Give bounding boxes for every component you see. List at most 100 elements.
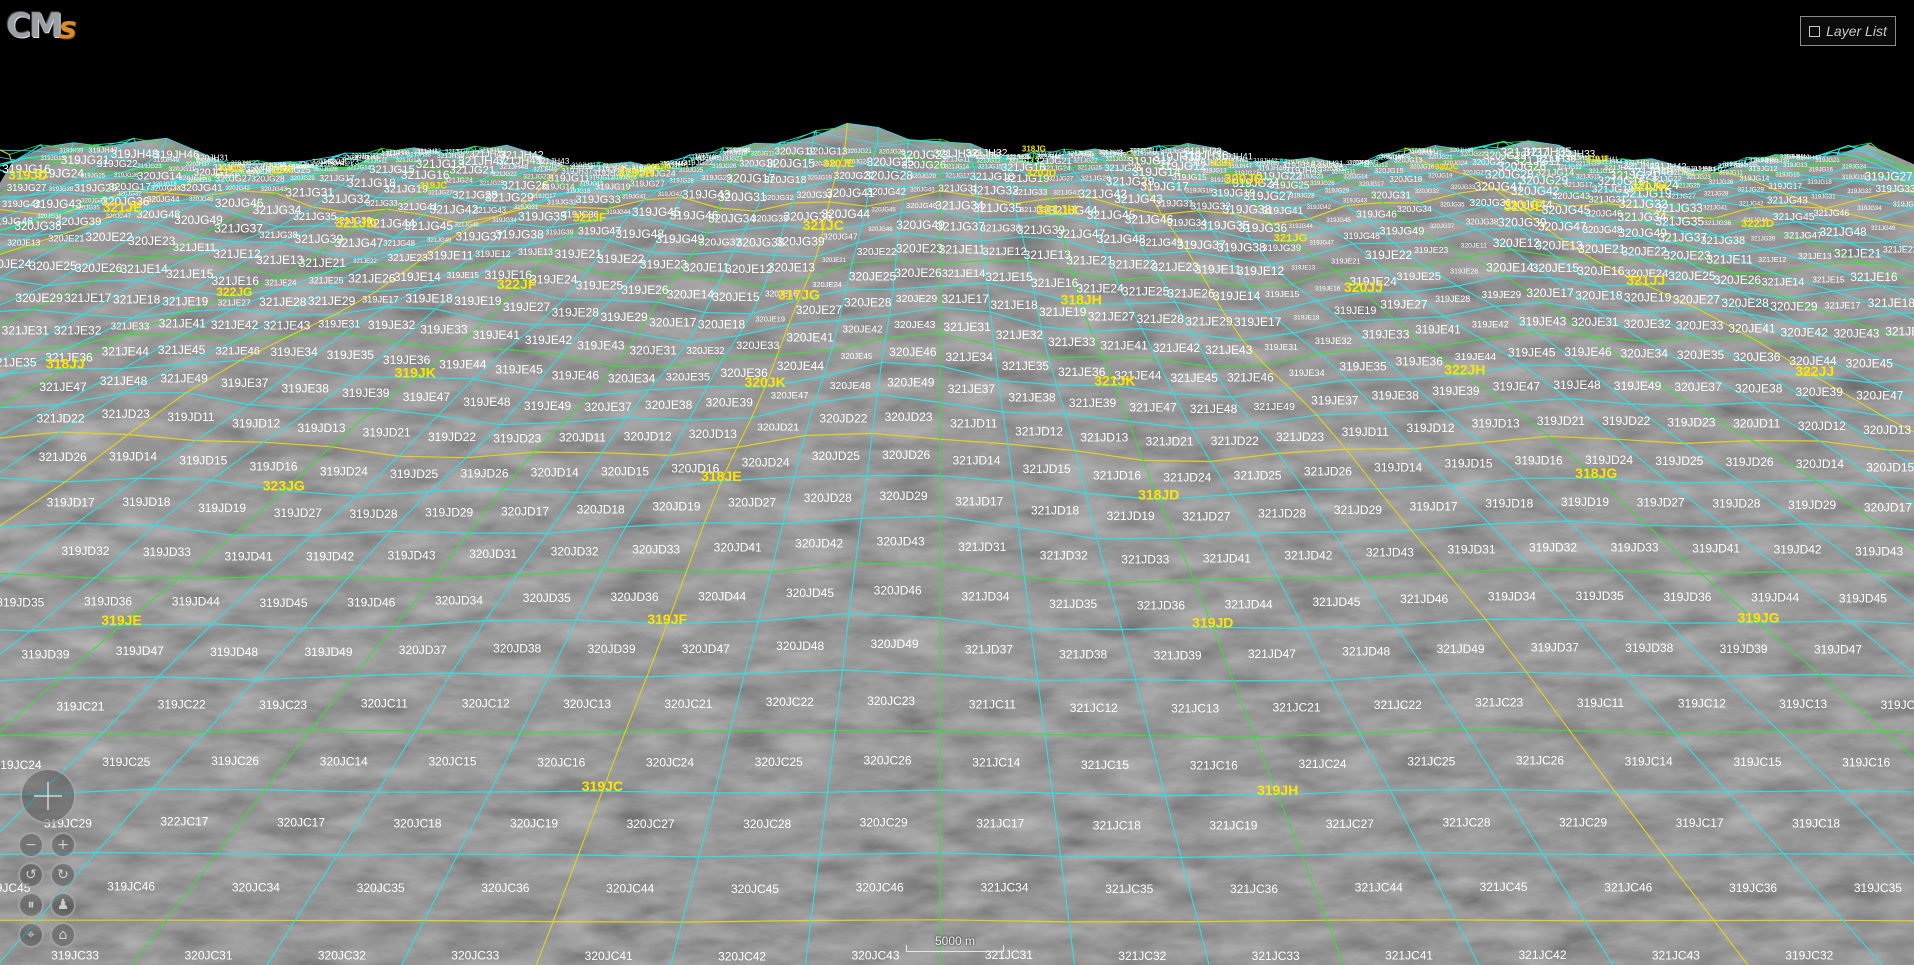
- rotate-left-button[interactable]: ↺: [18, 862, 44, 888]
- grid-cell-label: 319JD41: [224, 549, 272, 563]
- grid-cell-label: 321JE26: [348, 271, 396, 285]
- home-button[interactable]: ⌂: [50, 922, 76, 948]
- grid-cell-label: 320JG15: [766, 157, 815, 171]
- grid-cell-label: 320JC15: [428, 755, 476, 769]
- grid-cell-label: 319JC12: [1678, 697, 1726, 711]
- grid-cell-label: 321JE25: [1122, 284, 1170, 298]
- grid-cell-label: 320JG43: [1552, 190, 1590, 201]
- grid-cell-label: 320JD46: [874, 584, 922, 598]
- person-button[interactable]: ♟: [50, 892, 76, 918]
- grid-cell-label: 319JG44: [606, 210, 631, 216]
- grid-cell-label: 319JD19: [198, 501, 246, 515]
- grid-cell-label: 319JE21: [555, 247, 603, 261]
- grid-cell-label: 319JE15: [447, 271, 480, 280]
- grid-cell-label: 321JG47: [335, 236, 384, 250]
- grid-cell-label: 320JG43: [260, 186, 287, 193]
- grid-cell-label: 321JE32: [54, 324, 102, 338]
- grid-cell-label: 319JC22: [158, 698, 206, 712]
- grid-major-label: 322JG: [216, 285, 252, 299]
- grid-cell-label: 320JE44: [777, 359, 825, 373]
- rotate-right-button[interactable]: ↻: [50, 862, 76, 888]
- map-viewport[interactable]: 319JC33 320JC31 320JC32 320JC33 320JC41 320JC…: [0, 0, 1914, 965]
- grid-cell-label: 319JD32: [61, 544, 109, 558]
- grid-cell-label: 319JD33: [1611, 541, 1659, 555]
- layer-list-button[interactable]: Layer List: [1800, 16, 1896, 46]
- grid-cell-label: 320JD22: [819, 411, 867, 425]
- grid-cell-label: 321JE33: [1048, 335, 1096, 349]
- grid-cell-label: 321JG41: [1703, 205, 1728, 211]
- grid-cell-label: 319JD22: [428, 430, 476, 444]
- grid-cell-label: 319JE44: [439, 358, 487, 372]
- grid-cell-label: 319JE49: [1614, 379, 1662, 393]
- grid-cell-label: 319JE35: [1339, 360, 1387, 374]
- grid-cell-label: 319JG28: [49, 187, 74, 193]
- grid-cell-label: 320JE38: [1735, 382, 1783, 396]
- grid-cell-label: 320JE24: [0, 257, 32, 271]
- grid-cell-label: 321JG17: [1564, 182, 1593, 189]
- tilt-button[interactable]: ⏸: [18, 892, 44, 918]
- grid-cell-label: 319JG17: [532, 194, 557, 200]
- grid-cell-label: 321JD37: [965, 642, 1013, 656]
- grid-cell-label: 320JE22: [85, 230, 133, 244]
- grid-cell-label: 321JE44: [102, 345, 150, 359]
- grid-cell-label: 319JD41: [1692, 542, 1740, 556]
- grid-major-label: 319JH: [1257, 782, 1298, 798]
- grid-cell-label: 319JG43: [33, 197, 82, 211]
- grid-cell-label: 320JD28: [804, 491, 852, 505]
- grid-cell-label: 321JE14: [1762, 277, 1805, 289]
- grid-cell-label: 320JE11: [683, 260, 730, 274]
- grid-cell-label: 321JD19: [1107, 509, 1155, 523]
- grid-cell-label: 321JG48: [1820, 226, 1867, 239]
- grid-cell-label: 319JE28: [1435, 294, 1470, 304]
- grid-cell-label: 319JD26: [460, 467, 508, 481]
- grid-cell-label: 321JE12: [213, 247, 261, 261]
- grid-cell-label: 319JD36: [84, 595, 132, 609]
- checkbox-icon[interactable]: [1809, 25, 1821, 37]
- grid-cell-label: 321JG22: [492, 172, 517, 178]
- grid-major-label: 319JG: [218, 164, 243, 173]
- grid-cell-label: 321JE13: [256, 253, 304, 267]
- grid-cell-label: 319JE14: [394, 270, 441, 284]
- grid-cell-label: 321JC19: [1209, 819, 1257, 833]
- grid-cell-label: 319JH39: [59, 149, 84, 155]
- grid-cell-label: 319JD16: [250, 460, 298, 474]
- grid-cell-label: 319JE32: [368, 318, 416, 332]
- grid-major-label: 319JD: [8, 168, 48, 183]
- grid-cell-label: 319JE14: [1213, 289, 1261, 303]
- grid-cell-label: 321JE48: [1190, 402, 1238, 416]
- grid-cell-label: 320JE23: [128, 234, 176, 248]
- grid-cell-label: 320JE43: [1834, 328, 1880, 341]
- grid-cell-label: 319JE26: [621, 283, 669, 297]
- grid-cell-label: 319JG25: [679, 168, 704, 174]
- grid-cell-label: 320JC23: [867, 694, 915, 708]
- grid-cell-label: 321JE45: [158, 343, 206, 357]
- zoom-out-button[interactable]: −: [18, 832, 44, 858]
- zoom-in-button[interactable]: +: [50, 832, 76, 858]
- grid-cell-label: 320JD18: [577, 503, 625, 517]
- grid-cell-label: 321JC13: [1171, 702, 1219, 716]
- compass-button[interactable]: ⌖: [18, 922, 44, 948]
- grid-cell-label: 321JG48: [383, 239, 415, 248]
- grid-cell-label: 319JG38: [495, 228, 544, 242]
- grid-cell-label: 321JG48: [1097, 232, 1146, 246]
- grid-cell-label: 319JG38: [1217, 241, 1266, 255]
- grid-cell-label: 319JD45: [1839, 592, 1887, 606]
- grid-cell-label: 320JG29: [290, 176, 315, 182]
- grid-cell-label: 320JD34: [435, 593, 483, 607]
- grid-cell-label: 319JC17: [1676, 816, 1724, 830]
- grid-cell-label: 319JD11: [1342, 425, 1389, 439]
- grid-cell-label: 320JE16: [1577, 264, 1625, 278]
- grid-cell-label: 321JH43: [1098, 150, 1123, 156]
- grid-cell-label: 321JC34: [980, 881, 1028, 895]
- pan-control[interactable]: [20, 768, 76, 824]
- grid-cell-label: 320JH31: [1311, 159, 1344, 168]
- grid-cell-label: 321JC15: [1081, 758, 1129, 772]
- grid-cell-label: 320JE29: [1770, 299, 1818, 313]
- grid-cell-label: 319JG45: [1326, 218, 1351, 224]
- grid-cell-label: 320JG34: [37, 214, 62, 220]
- grid-major-label: 319JH: [618, 166, 654, 180]
- grid-cell-label: 321JD17: [955, 495, 1003, 509]
- grid-cell-label: 319JE42: [1472, 319, 1509, 330]
- grid-cell-label: 320JG39: [776, 234, 825, 248]
- grid-cell-label: 321JE43: [263, 319, 310, 333]
